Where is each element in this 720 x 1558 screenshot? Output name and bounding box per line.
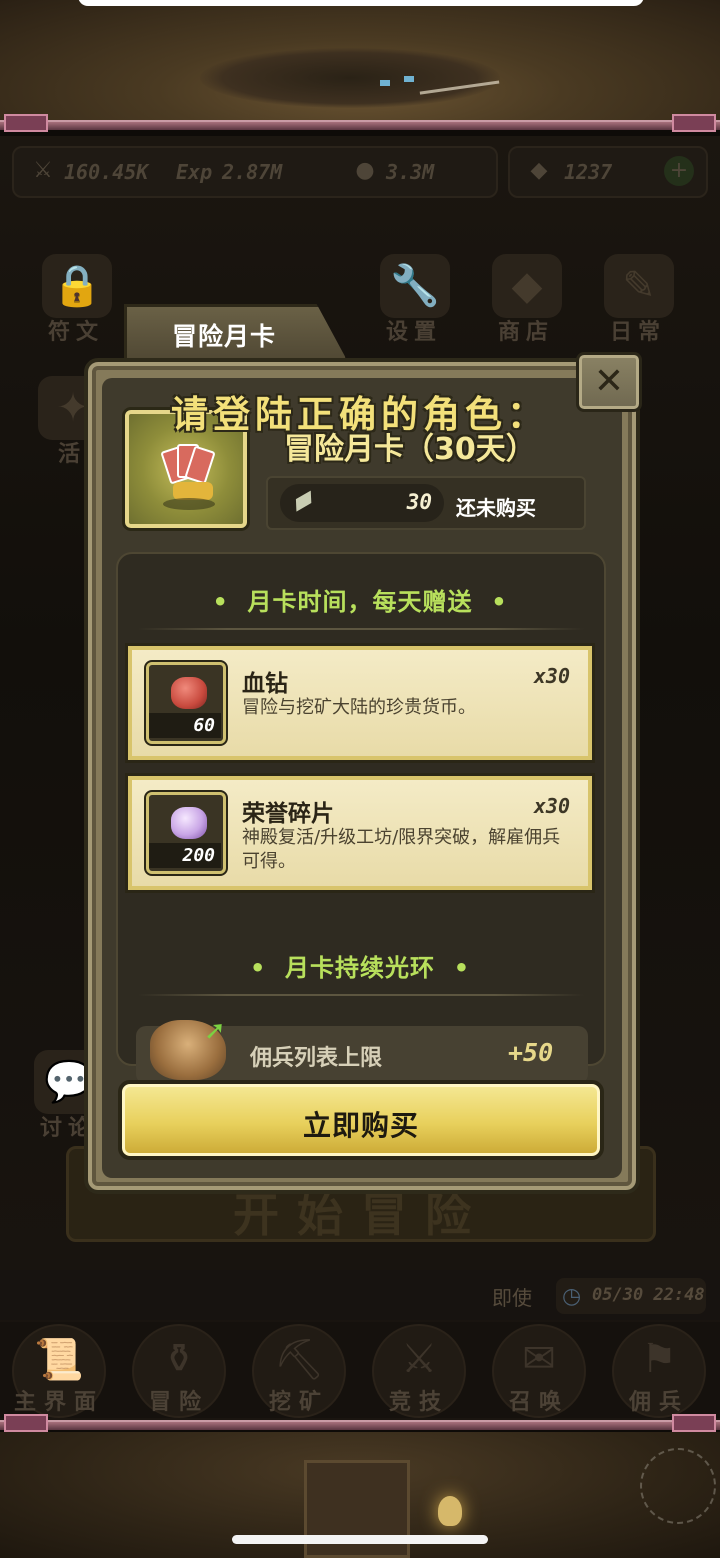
mine-scene-top — [0, 0, 720, 130]
quill-scroll-icon: ✎ — [604, 254, 674, 318]
gold-value: 3.3M — [386, 160, 435, 184]
menu-settings[interactable]: 🔧 设置 — [372, 254, 456, 345]
nav-main-label: 主界面 — [13, 1390, 104, 1415]
server-clock: ◷ 05/30 22:48 — [556, 1278, 706, 1314]
gem-shop-icon: ◆ — [492, 254, 562, 318]
add-ruby-icon[interactable]: + — [664, 156, 694, 186]
nav-mining[interactable]: ⛏ 挖矿 — [244, 1322, 354, 1418]
status-text: 即使 — [492, 1286, 532, 1310]
frame-cap — [4, 114, 48, 132]
buy-now-label: 立即购买 — [302, 1109, 419, 1142]
frame-cap — [672, 1414, 716, 1432]
wrench-icon: 🔧 — [380, 254, 450, 318]
nav-mercenary-label: 佣兵 — [628, 1390, 689, 1415]
frame-bar-bottom — [0, 1414, 720, 1432]
sword-icon: ⚔ — [33, 158, 53, 183]
lantern-icon — [438, 1496, 462, 1526]
nav-arena-label: 竞技 — [388, 1390, 449, 1415]
nav-arena[interactable]: ⚔ 竞技 — [364, 1322, 474, 1418]
top-banner-edge — [78, 0, 644, 6]
divider — [138, 628, 584, 630]
reward-multiplier: x30 — [533, 664, 570, 688]
exp-value: 2.87M — [222, 160, 283, 184]
lock-icon: 🔒 — [42, 254, 112, 318]
pickaxe-icon: ⛏ — [273, 1337, 325, 1383]
menu-settings-label: 设置 — [385, 320, 442, 345]
reward-card-blood-diamond[interactable]: 60 血钻 x30 冒险与挖矿大陆的珍贵货币。 — [128, 646, 592, 760]
blood-diamond-icon — [171, 677, 207, 709]
honor-crystal-icon — [171, 807, 207, 839]
reward-name: 血钻 — [242, 671, 288, 697]
bullet-dot-icon: • — [435, 954, 471, 982]
item-slot: 200 — [146, 792, 226, 874]
clock-icon: ◷ — [562, 1284, 582, 1309]
status-strip: 即使 ◷ 05/30 22:48 — [0, 1270, 720, 1320]
aura-section-title: • 月卡持续光环 • — [0, 948, 720, 983]
cauldron-icon: ⚱ — [162, 1336, 196, 1382]
upgrade-arrow-icon: ➚ — [204, 1016, 226, 1046]
ruby-value: 1237 — [564, 160, 613, 184]
aura-section-text: 月卡持续光环 — [285, 954, 435, 982]
sparkle-icon — [380, 80, 390, 86]
bullet-dot-icon: • — [249, 954, 285, 982]
crossed-swords-icon: ⚔ — [401, 1336, 437, 1382]
coin-icon: ● — [355, 158, 375, 183]
menu-rune[interactable]: 🔒 符文 — [34, 254, 118, 345]
reward-name: 荣誉碎片 — [242, 801, 334, 827]
nav-adventure-label: 冒险 — [148, 1390, 209, 1415]
buy-now-button[interactable]: 立即购买 — [118, 1080, 604, 1160]
menu-daily[interactable]: ✎ 日常 — [596, 254, 680, 345]
nav-mercenary[interactable]: ⚑ 佣兵 — [604, 1322, 714, 1418]
bullet-dot-icon: • — [472, 588, 508, 616]
popup-tab-label: 冒险月卡 — [172, 322, 277, 351]
aura-text: 佣兵列表上限 — [250, 1046, 383, 1071]
menu-rune-label: 符文 — [47, 320, 104, 345]
reward-description: 冒险与挖矿大陆的珍贵货币。 — [242, 697, 476, 718]
item-slot: 60 — [146, 662, 226, 744]
daily-section-text: 月卡时间，每天赠送 — [247, 588, 473, 616]
menu-shop[interactable]: ◆ 商店 — [484, 254, 568, 345]
bottom-nav: 📜 主界面 ⚱ 冒险 ⛏ 挖矿 ⚔ 竞技 ✉ 召唤 ⚑ 佣兵 — [0, 1322, 720, 1418]
purchase-status: 还未购买 — [456, 496, 536, 520]
daily-section-title: • 月卡时间，每天赠送 • — [0, 582, 720, 617]
home-indicator[interactable] — [232, 1535, 488, 1544]
spider-web-icon — [640, 1448, 716, 1524]
shadow-decor — [163, 498, 215, 510]
nav-summon-label: 召唤 — [508, 1390, 569, 1415]
item-quantity: 200 — [149, 843, 221, 868]
menu-daily-label: 日常 — [609, 320, 666, 345]
nav-summon[interactable]: ✉ 召唤 — [484, 1322, 594, 1418]
price-value: 30 — [406, 490, 432, 514]
clock-time: 05/30 22:48 — [592, 1285, 705, 1305]
aura-value: +50 — [508, 1038, 554, 1067]
cards-icon — [160, 444, 216, 485]
nav-main[interactable]: 📜 主界面 — [4, 1322, 114, 1418]
mercenary-icon: ⚑ — [641, 1336, 677, 1382]
nav-adventure[interactable]: ⚱ 冒险 — [124, 1322, 234, 1418]
reward-card-honor-shard[interactable]: 200 荣誉碎片 x30 神殿复活/升级工坊/限界突破，解雇佣兵可得。 — [128, 776, 592, 890]
ruby-icon: ◆ — [530, 158, 548, 183]
frame-cap — [672, 114, 716, 132]
divider — [138, 994, 584, 996]
item-quantity: 60 — [149, 713, 221, 738]
sparkle-icon — [404, 76, 414, 82]
reward-description: 神殿复活/升级工坊/限界突破，解雇佣兵可得。 — [242, 827, 561, 872]
exp-icon: Exp — [176, 160, 213, 184]
frame-bar-top — [0, 114, 720, 132]
power-value: 160.45K — [64, 160, 149, 184]
scroll-map-icon: 📜 — [34, 1337, 84, 1383]
crater — [200, 48, 500, 108]
summon-scroll-icon: ✉ — [522, 1336, 556, 1382]
menu-shop-label: 商店 — [497, 320, 554, 345]
reward-multiplier: x30 — [533, 794, 570, 818]
login-warning-message: 请登陆正确的角色： — [171, 393, 549, 436]
bullet-dot-icon: • — [212, 588, 248, 616]
nav-mining-label: 挖矿 — [268, 1390, 329, 1415]
frame-cap — [4, 1414, 48, 1432]
